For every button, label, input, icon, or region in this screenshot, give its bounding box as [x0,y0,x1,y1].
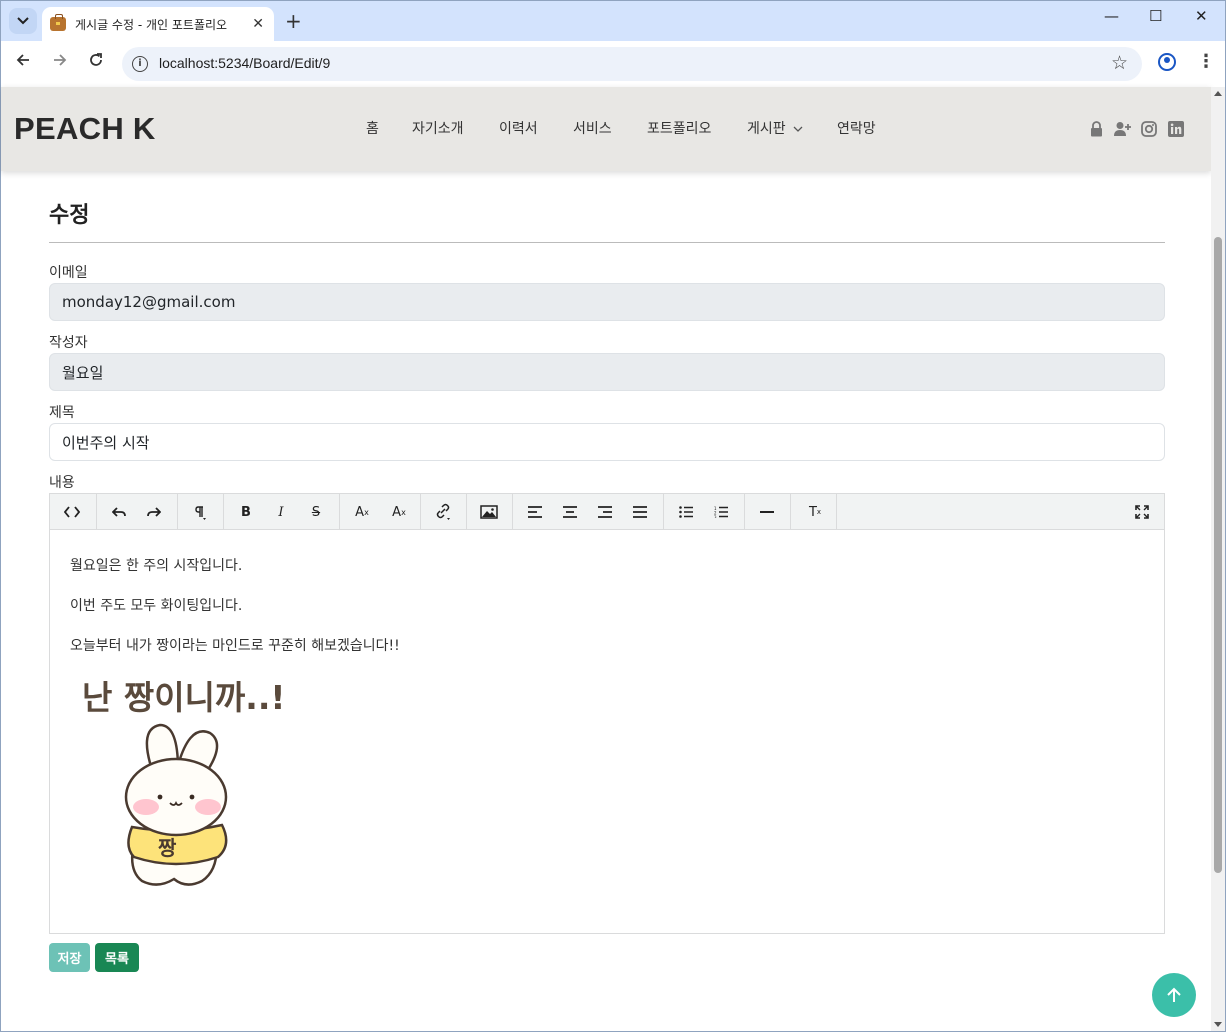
browser-tab-bar: 게시글 수정 - 개인 포트폴리오 ✕ + — ☐ ✕ [1,1,1225,41]
maximize-button[interactable]: ☐ [1149,7,1162,25]
new-tab-button[interactable]: + [285,9,302,33]
list-button[interactable]: 목록 [95,943,139,972]
align-left-icon[interactable] [519,494,551,530]
user-plus-icon[interactable] [1114,121,1132,141]
numbered-list-icon[interactable]: 123 [705,494,737,530]
image-icon[interactable] [473,494,505,530]
linkedin-icon[interactable] [1168,121,1184,141]
profile-icon[interactable] [1158,53,1176,71]
fullscreen-icon[interactable] [1126,494,1158,530]
tab-search-button[interactable] [9,8,37,34]
email-field[interactable]: monday12@gmail.com [49,283,1165,321]
content-paragraph: 이번 주도 모두 화이팅입니다. [70,598,243,614]
subject-label: 제목 [49,405,75,421]
chevron-down-icon [17,17,29,25]
chevron-down-icon [793,126,803,132]
subject-value: 이번주의 시작 [62,433,150,452]
align-right-icon[interactable] [589,494,621,530]
content-label: 내용 [49,475,75,491]
editor-content[interactable]: 월요일은 한 주의 시작입니다. 이번 주도 모두 화이팅입니다. 오늘부터 내… [50,531,1164,933]
horizontal-rule-icon[interactable] [751,494,783,530]
paragraph-icon[interactable] [184,494,216,530]
strikethrough-icon[interactable]: S [300,494,332,530]
clear-format-icon[interactable]: Tx [799,494,831,530]
browser-tab[interactable]: 게시글 수정 - 개인 포트폴리오 ✕ [42,7,274,41]
sticker-shirt-text: 짱 [158,836,177,860]
align-justify-icon[interactable] [624,494,656,530]
arrow-up-icon [1167,987,1181,1002]
scroll-down-arrow-icon[interactable] [1214,1022,1222,1027]
save-button[interactable]: 저장 [49,943,90,972]
nav-board[interactable]: 게시판 [747,118,803,138]
site-info-icon[interactable]: i [132,56,148,72]
email-value: monday12@gmail.com [62,293,236,311]
align-center-icon[interactable] [554,494,586,530]
italic-icon[interactable]: I [265,494,297,530]
editor-toolbar: B I S Ax Ax 123 T x [50,494,1164,530]
site-header: PEACH K 홈 자기소개 이력서 서비스 포트폴리오 게시판 연락망 [1,87,1211,171]
window-close-button[interactable]: ✕ [1195,7,1208,25]
scroll-to-top-button[interactable] [1152,973,1196,1017]
undo-icon[interactable] [103,494,135,530]
nav-portfolio[interactable]: 포트폴리오 [647,118,711,138]
nav-services[interactable]: 서비스 [573,118,612,138]
forward-arrow-icon[interactable] [52,52,68,73]
sticker-caption: 난 짱이니까..! [82,678,285,717]
reload-icon[interactable] [88,52,104,73]
url-text: localhost:5234/Board/Edit/9 [159,55,331,71]
author-label: 작성자 [49,335,88,351]
email-label: 이메일 [49,265,88,281]
nav-about[interactable]: 자기소개 [412,118,464,138]
bold-icon[interactable]: B [230,494,262,530]
svg-text:3: 3 [714,515,717,518]
browser-toolbar: i localhost:5234/Board/Edit/9 ☆ ⋮ [1,41,1225,87]
back-arrow-icon[interactable] [15,52,31,73]
scroll-up-arrow-icon[interactable] [1214,91,1222,96]
bunny-sticker-image: 난 짱이니까..! 짱 [82,678,285,886]
scrollbar-thumb[interactable] [1214,237,1222,873]
nav-board-label: 게시판 [747,121,786,137]
nav-home[interactable]: 홈 [366,118,379,138]
tab-title: 게시글 수정 - 개인 포트폴리오 [75,17,228,32]
bookmark-star-icon[interactable]: ☆ [1111,52,1128,74]
author-value: 월요일 [62,363,104,382]
content-paragraph: 오늘부터 내가 짱이라는 마인드로 꾸준히 해보겠습니다!! [70,638,400,654]
site-logo[interactable]: PEACH K [14,111,156,147]
redo-icon[interactable] [138,494,170,530]
superscript-icon[interactable]: Ax [346,494,378,530]
bullet-list-icon[interactable] [670,494,702,530]
nav-resume[interactable]: 이력서 [499,118,538,138]
rich-text-editor[interactable]: B I S Ax Ax 123 T x 월요일은 한 주의 시작입니다. 이번 … [49,493,1165,934]
page-scrollbar[interactable] [1211,87,1225,1031]
instagram-icon[interactable] [1141,121,1157,141]
link-icon[interactable] [427,494,459,530]
briefcase-icon [50,14,66,31]
subject-input[interactable]: 이번주의 시작 [49,423,1165,461]
nav-contact[interactable]: 연락망 [837,118,876,138]
lock-icon[interactable] [1090,121,1103,141]
page-title: 수정 [49,203,90,228]
tab-close-icon[interactable]: ✕ [252,16,264,32]
subscript-icon[interactable]: Ax [383,494,415,530]
address-bar[interactable]: i localhost:5234/Board/Edit/9 ☆ [122,47,1142,81]
browser-menu-icon[interactable]: ⋮ [1197,51,1215,72]
code-view-icon[interactable] [56,494,88,530]
minimize-button[interactable]: — [1104,7,1119,25]
content-paragraph: 월요일은 한 주의 시작입니다. [70,558,243,574]
author-field[interactable]: 월요일 [49,353,1165,391]
divider [49,242,1165,243]
